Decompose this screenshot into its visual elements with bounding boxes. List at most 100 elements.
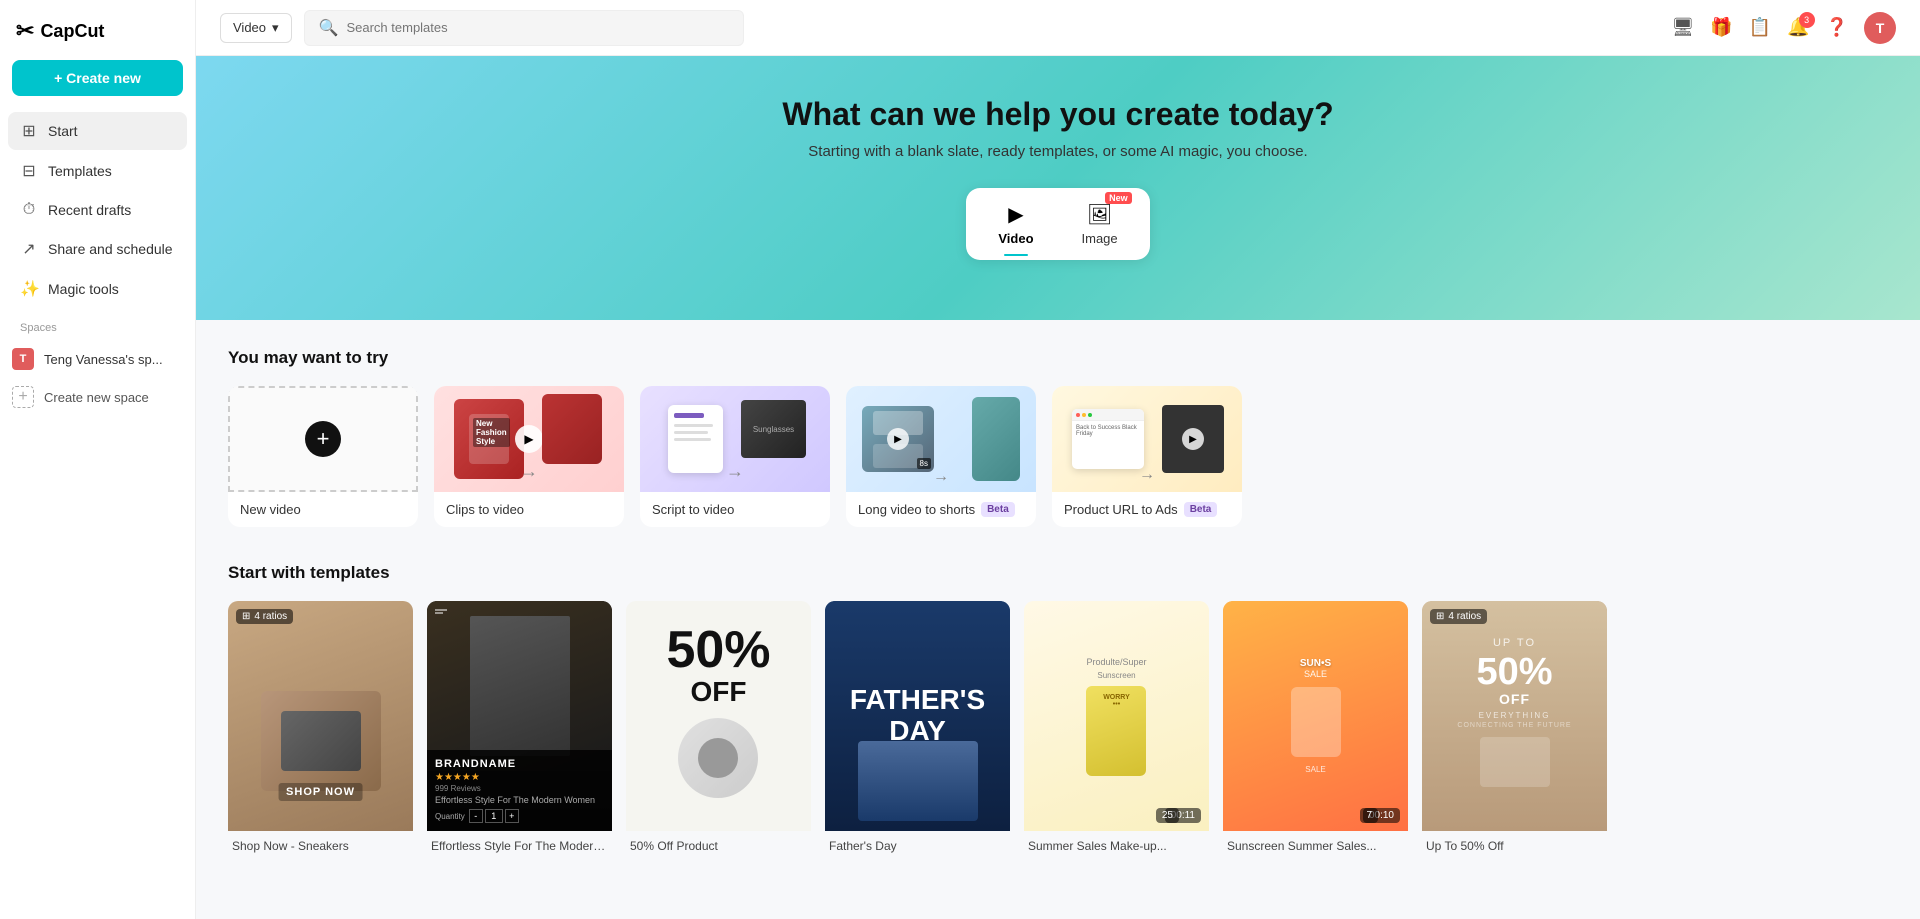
templates-section-title: Start with templates: [228, 563, 1888, 583]
create-space-label: Create new space: [44, 390, 149, 405]
calendar-icon[interactable]: 📋: [1749, 17, 1771, 38]
ratio-badge-1: ⊞ 4 ratios: [236, 609, 293, 624]
notification-badge: 3: [1799, 12, 1815, 28]
new-badge: New: [1105, 192, 1132, 204]
template-thumb-1: ⊞ 4 ratios SHOP NOW: [228, 601, 413, 831]
tab-video-label: Video: [998, 231, 1033, 246]
new-video-thumb: +: [228, 386, 418, 492]
template-name-7: Up To 50% Off: [1426, 839, 1603, 853]
video-filter-button[interactable]: Video ▾: [220, 13, 292, 43]
script-thumb: → Sunglasses: [640, 386, 830, 492]
tab-image[interactable]: New 🖼 Image: [1074, 198, 1126, 250]
template-info-1: Shop Now - Sneakers: [228, 831, 413, 853]
template-info-5: Summer Sales Make-up...: [1024, 831, 1209, 853]
try-cards-list: + New video New Fashion Style: [228, 386, 1888, 527]
search-input[interactable]: [346, 20, 728, 35]
long-video-label: Long video to shorts Beta: [846, 492, 1036, 527]
new-video-label: New video: [228, 492, 418, 527]
topbar-right: 🖥 🎁 📋 🔔 3 ❓ T: [1671, 12, 1896, 44]
try-section-title: You may want to try: [228, 348, 1888, 368]
notification-icon[interactable]: 🔔 3: [1787, 17, 1809, 38]
ratio-badge-7: ⊞ 4 ratios: [1430, 609, 1487, 624]
template-thumb-5: Produlte/Super Sunscreen WORRY••• 00:11 …: [1024, 601, 1209, 831]
templates-icon: ⊟: [20, 161, 38, 181]
template-name-4: Father's Day: [829, 839, 1006, 853]
clock-icon: ⏱: [20, 201, 38, 219]
browser-bar: [1072, 409, 1144, 421]
template-name-2: Effortless Style For The Modern Women: [431, 839, 608, 853]
create-new-button[interactable]: + Create new: [12, 60, 183, 96]
template-info-7: Up To 50% Off: [1422, 831, 1607, 853]
sidebar-item-templates[interactable]: ⊟ Templates: [8, 152, 187, 190]
play-overlay: ▶: [515, 425, 543, 453]
template-name-6: Sunscreen Summer Sales...: [1227, 839, 1404, 853]
template-info-4: Father's Day: [825, 831, 1010, 853]
template-card-fathers-day[interactable]: FATHER'S DAY Father's Day: [825, 601, 1010, 853]
share-icon: ↗: [20, 239, 38, 259]
sidebar-item-share-schedule[interactable]: ↗ Share and schedule: [8, 230, 187, 268]
add-icon: +: [305, 421, 341, 457]
tab-video[interactable]: ▶ Video: [990, 198, 1041, 250]
template-name-3: 50% Off Product: [630, 839, 807, 853]
create-new-space-item[interactable]: + Create new space: [0, 378, 195, 416]
template-info-2: Effortless Style For The Modern Women: [427, 831, 612, 853]
content-type-switcher: ▶ Video New 🖼 Image: [966, 188, 1149, 260]
template-card-up-50-off[interactable]: ⊞ 4 ratios UP TO 50% OFF EVERYTHING CONN…: [1422, 601, 1607, 853]
beta-badge-long: Beta: [981, 502, 1015, 517]
space-avatar: T: [12, 348, 34, 370]
template-info-3: 50% Off Product: [626, 831, 811, 853]
try-card-long-video-shorts[interactable]: ▶ 8s → Long video to shorts Beta: [846, 386, 1036, 527]
sidebar-nav: ⊞ Start ⊟ Templates ⏱ Recent drafts ↗ Sh…: [0, 112, 195, 308]
template-thumb-4: FATHER'S DAY: [825, 601, 1010, 831]
shop-now-text: SHOP NOW: [278, 783, 363, 801]
template-card-sunscreen[interactable]: SUN•S SALE SALE 00:10 7 Sunscreen Summer…: [1223, 601, 1408, 853]
sidebar-label-start: Start: [48, 123, 78, 139]
video-filter-label: Video: [233, 20, 266, 35]
longvideo-thumb: ▶ 8s →: [846, 386, 1036, 492]
beta-badge-product: Beta: [1184, 502, 1218, 517]
user-avatar[interactable]: T: [1864, 12, 1896, 44]
add-space-icon: +: [12, 386, 34, 408]
hero-subtitle: Starting with a blank slate, ready templ…: [220, 143, 1896, 160]
sidebar-label-templates: Templates: [48, 163, 112, 179]
gift-icon[interactable]: 🎁: [1710, 17, 1732, 38]
sidebar: ✂ CapCut + Create new ⊞ Start ⊟ Template…: [0, 0, 196, 919]
try-card-script-to-video[interactable]: → Sunglasses Script to video: [640, 386, 830, 527]
clips-to-video-label: Clips to video: [434, 492, 624, 527]
sidebar-space-teng[interactable]: T Teng Vanessa's sp...: [0, 340, 195, 378]
ratio-icon-7: ⊞: [1436, 611, 1444, 622]
try-card-clips-to-video[interactable]: New Fashion Style ▶ → Clips to video: [434, 386, 624, 527]
template-card-shop-now[interactable]: ⊞ 4 ratios SHOP NOW Shop Now - Sneakers: [228, 601, 413, 853]
stars-icon: ★★★★★: [435, 772, 604, 783]
topbar: Video ▾ 🔍 🖥 🎁 📋 🔔 3 ❓ T: [196, 0, 1920, 56]
template-grid: ⊞ 4 ratios SHOP NOW Shop Now - Sneakers: [228, 601, 1888, 853]
video-placeholder: Sunglasses: [741, 400, 806, 458]
sidebar-item-magic-tools[interactable]: ✨ Magic tools: [8, 270, 187, 308]
product-url-label: Product URL to Ads Beta: [1052, 492, 1242, 527]
video-ad: ▶: [1162, 405, 1224, 473]
monitor-icon[interactable]: 🖥: [1671, 17, 1694, 38]
try-card-product-url-ads[interactable]: Back to Success Black Friday → ▶ Product…: [1052, 386, 1242, 527]
template-name-5: Summer Sales Make-up...: [1028, 839, 1205, 853]
logo-icon: ✂: [16, 18, 34, 44]
template-card-50-off[interactable]: 50% OFF 50% Off Product: [626, 601, 811, 853]
hero-banner: What can we help you create today? Start…: [196, 56, 1920, 320]
chevron-down-icon: ▾: [272, 20, 279, 36]
template-name-1: Shop Now - Sneakers: [232, 839, 409, 853]
space-name: Teng Vanessa's sp...: [44, 352, 163, 367]
template-info-6: Sunscreen Summer Sales...: [1223, 831, 1408, 853]
tab-image-label: Image: [1082, 231, 1118, 246]
spaces-label: Spaces: [0, 308, 195, 340]
template-card-summer-makeup[interactable]: Produlte/Super Sunscreen WORRY••• 00:11 …: [1024, 601, 1209, 853]
template-card-brandname[interactable]: BRANDNAME ★★★★★ 999 Reviews Effortless S…: [427, 601, 612, 853]
sidebar-label-magic: Magic tools: [48, 281, 119, 297]
sidebar-label-share: Share and schedule: [48, 241, 173, 257]
try-card-new-video[interactable]: + New video: [228, 386, 418, 527]
sidebar-item-recent-drafts[interactable]: ⏱ Recent drafts: [8, 192, 187, 228]
sidebar-item-start[interactable]: ⊞ Start: [8, 112, 187, 150]
image-tab-icon: 🖼: [1087, 202, 1112, 227]
template-thumb-3: 50% OFF: [626, 601, 811, 831]
template-thumb-2: BRANDNAME ★★★★★ 999 Reviews Effortless S…: [427, 601, 612, 831]
help-icon[interactable]: ❓: [1826, 17, 1848, 38]
product-thumb: Back to Success Black Friday → ▶: [1052, 386, 1242, 492]
